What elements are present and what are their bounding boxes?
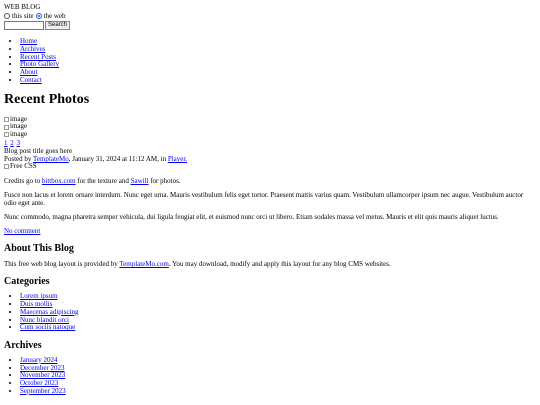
broken-image-icon bbox=[4, 164, 9, 170]
about-text-prefix: This free web blog layout is provided by bbox=[4, 260, 118, 269]
page-link-1[interactable]: 1 bbox=[4, 139, 8, 147]
nav-item-about: About bbox=[20, 68, 536, 77]
comment-link[interactable]: No comment bbox=[4, 227, 40, 235]
broken-image-icon bbox=[4, 132, 9, 138]
radio-this-site-label: this site bbox=[12, 12, 34, 21]
credits-middle: for the texture and bbox=[77, 176, 129, 185]
recent-photos-heading: Recent Photos bbox=[4, 92, 90, 108]
list-item: Maecenas adipiscing bbox=[20, 308, 536, 317]
photo-2[interactable]: image bbox=[4, 123, 536, 131]
radio-the-web-label: the web bbox=[43, 12, 66, 21]
site-title: WEB BLOG bbox=[4, 3, 41, 11]
search-scope: this site the web bbox=[4, 12, 536, 20]
credits-link-bittbox[interactable]: bittbox.com bbox=[42, 177, 76, 185]
broken-image-icon bbox=[4, 124, 9, 130]
post-paragraph-1: Fusce non lacus et lorem ornare interdum… bbox=[4, 190, 524, 208]
search-input[interactable] bbox=[4, 21, 44, 31]
list-item: September 2023 bbox=[20, 387, 536, 396]
about-text-suffix: . You may download, modify and apply thi… bbox=[168, 260, 391, 269]
nav-item-contact: Contact bbox=[20, 76, 536, 85]
page-link-2[interactable]: 2 bbox=[10, 139, 14, 147]
list-item: Duis mollis bbox=[20, 300, 536, 309]
photo-1[interactable]: image bbox=[4, 115, 536, 124]
nav-item-archives: Archives bbox=[20, 45, 536, 54]
post-category-link[interactable]: Player. bbox=[168, 155, 187, 163]
page: WEB BLOG this site the web Search Home A… bbox=[0, 0, 540, 398]
photo-pager: 1 2 3 bbox=[4, 139, 536, 147]
list-item: Nunc blandit orci bbox=[20, 316, 536, 325]
post-title: Blog post title goes here bbox=[4, 146, 73, 155]
list-item: October 2023 bbox=[20, 379, 536, 388]
about-text: This free web blog layout is provided by… bbox=[4, 260, 536, 268]
credits-link-sawill[interactable]: Sawill bbox=[131, 177, 149, 185]
page-link-3[interactable]: 3 bbox=[17, 139, 21, 147]
search-form: Search bbox=[4, 21, 536, 31]
credits-line: Credits go to bittbox.com for the textur… bbox=[4, 177, 536, 185]
post-date: , January 31, 2024 at 11:12 AM, in bbox=[68, 155, 167, 164]
main-nav: Home Archives Recent Posts Photo Gallery… bbox=[4, 37, 536, 85]
categories-list: Lorem ipsum Duis mollis Maecenas adipisc… bbox=[4, 293, 536, 331]
about-templatemo-link[interactable]: TemplateMo.com bbox=[119, 260, 168, 268]
list-item: January 2024 bbox=[20, 356, 536, 365]
post-image: Free CSS bbox=[4, 162, 536, 171]
radio-this-site[interactable] bbox=[4, 13, 10, 20]
radio-the-web[interactable] bbox=[35, 13, 42, 20]
archive-link[interactable]: September 2023 bbox=[20, 387, 66, 395]
credits-prefix: Credits go to bbox=[4, 176, 41, 185]
post-author-link[interactable]: TemplateMo bbox=[33, 155, 69, 163]
list-item: November 2023 bbox=[20, 371, 536, 380]
search-button[interactable]: Search bbox=[45, 21, 71, 31]
nav-link-contact[interactable]: Contact bbox=[20, 76, 42, 84]
nav-item-recent-posts: Recent Posts bbox=[20, 53, 536, 62]
list-item: Lorem ipsum bbox=[20, 293, 536, 301]
nav-item-home: Home bbox=[20, 37, 536, 46]
post-meta: Posted by TemplateMo, January 31, 2024 a… bbox=[4, 155, 536, 163]
post-paragraph-2: Nunc commodo, magna pharetra semper vehi… bbox=[4, 213, 499, 222]
credits-suffix: for photos. bbox=[150, 176, 181, 185]
list-item: Cum sociis natoque bbox=[20, 323, 536, 332]
photo-3-alt: image bbox=[10, 130, 28, 139]
photo-3[interactable]: image bbox=[4, 130, 536, 139]
categories-heading: Categories bbox=[4, 276, 50, 288]
about-heading: About This Blog bbox=[4, 243, 74, 255]
post-image-alt: Free CSS bbox=[10, 162, 37, 171]
nav-item-photo-gallery: Photo Gallery bbox=[20, 60, 536, 69]
comment-line: No comment bbox=[4, 227, 536, 235]
archives-heading: Archives bbox=[4, 339, 42, 351]
category-link[interactable]: Cum sociis natoque bbox=[20, 323, 75, 331]
list-item: December 2023 bbox=[20, 364, 536, 373]
broken-image-icon bbox=[4, 117, 9, 123]
archives-list: January 2024 December 2023 November 2023… bbox=[4, 356, 536, 396]
